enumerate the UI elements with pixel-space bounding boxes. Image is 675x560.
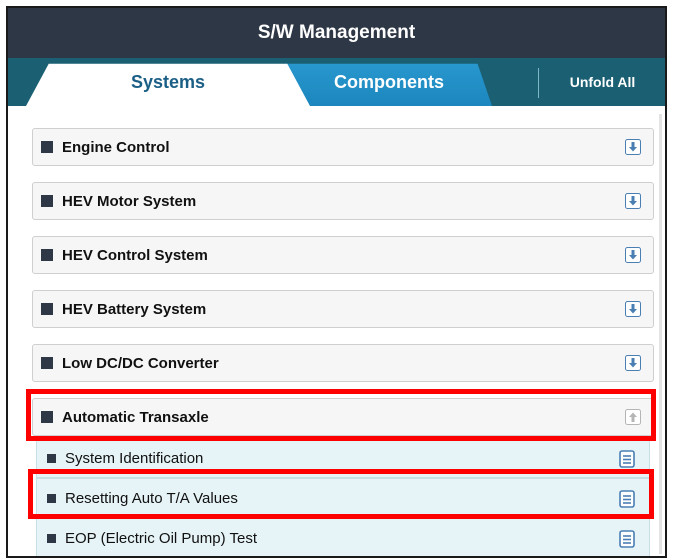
sub-item-system-identification[interactable]: System Identification — [36, 438, 650, 478]
bullet-icon — [47, 453, 56, 463]
document-icon[interactable] — [619, 530, 635, 548]
download-icon[interactable] — [625, 355, 641, 371]
sub-item-label: EOP (Electric Oil Pump) Test — [65, 529, 257, 547]
tab-bar: Components Systems Unfold All — [8, 58, 665, 106]
download-icon[interactable] — [625, 139, 641, 155]
sub-item-eop-test[interactable]: EOP (Electric Oil Pump) Test — [36, 518, 650, 556]
tab-label: Components — [334, 71, 444, 92]
download-icon[interactable] — [625, 301, 641, 317]
bullet-icon — [47, 493, 56, 503]
system-item-label: Engine Control — [62, 138, 170, 156]
bullet-icon — [41, 411, 53, 423]
app-window: S/W Management Components Systems Unfold… — [6, 6, 667, 558]
system-item-label: HEV Battery System — [62, 300, 207, 318]
download-icon[interactable] — [625, 193, 641, 209]
bullet-icon — [47, 533, 56, 543]
system-item-engine-control[interactable]: Engine Control — [32, 128, 654, 166]
bullet-icon — [41, 303, 53, 315]
sub-item-label: Resetting Auto T/A Values — [65, 489, 238, 507]
systems-list: Engine Control HEV Motor System HEV Cont… — [8, 106, 665, 556]
system-item-hev-control-system[interactable]: HEV Control System — [32, 236, 654, 274]
upload-icon[interactable] — [625, 409, 641, 425]
document-icon[interactable] — [619, 490, 635, 508]
tab-label: Systems — [130, 71, 206, 92]
bullet-icon — [41, 195, 53, 207]
tab-components[interactable]: Components — [286, 63, 492, 106]
unfold-all-button[interactable]: Unfold All — [540, 58, 665, 106]
bullet-icon — [41, 249, 53, 261]
system-item-label: HEV Motor System — [62, 192, 197, 210]
bullet-icon — [41, 357, 53, 369]
window-title: S/W Management — [8, 8, 665, 58]
sub-item-resetting-auto-ta-values[interactable]: Resetting Auto T/A Values — [36, 478, 650, 518]
system-item-low-dc-dc-converter[interactable]: Low DC/DC Converter — [32, 344, 654, 382]
system-item-hev-battery-system[interactable]: HEV Battery System — [32, 290, 654, 328]
system-item-label: Automatic Transaxle — [62, 408, 209, 426]
tab-systems[interactable]: Systems — [26, 63, 310, 106]
system-item-automatic-transaxle[interactable]: Automatic Transaxle — [32, 398, 654, 436]
document-icon[interactable] — [619, 450, 635, 468]
bullet-icon — [41, 141, 53, 153]
system-item-label: HEV Control System — [62, 246, 208, 264]
divider — [538, 68, 539, 98]
sub-item-label: System Identification — [65, 449, 204, 467]
scrollbar[interactable] — [659, 114, 662, 554]
download-icon[interactable] — [625, 247, 641, 263]
system-item-hev-motor-system[interactable]: HEV Motor System — [32, 182, 654, 220]
system-item-label: Low DC/DC Converter — [62, 354, 219, 372]
